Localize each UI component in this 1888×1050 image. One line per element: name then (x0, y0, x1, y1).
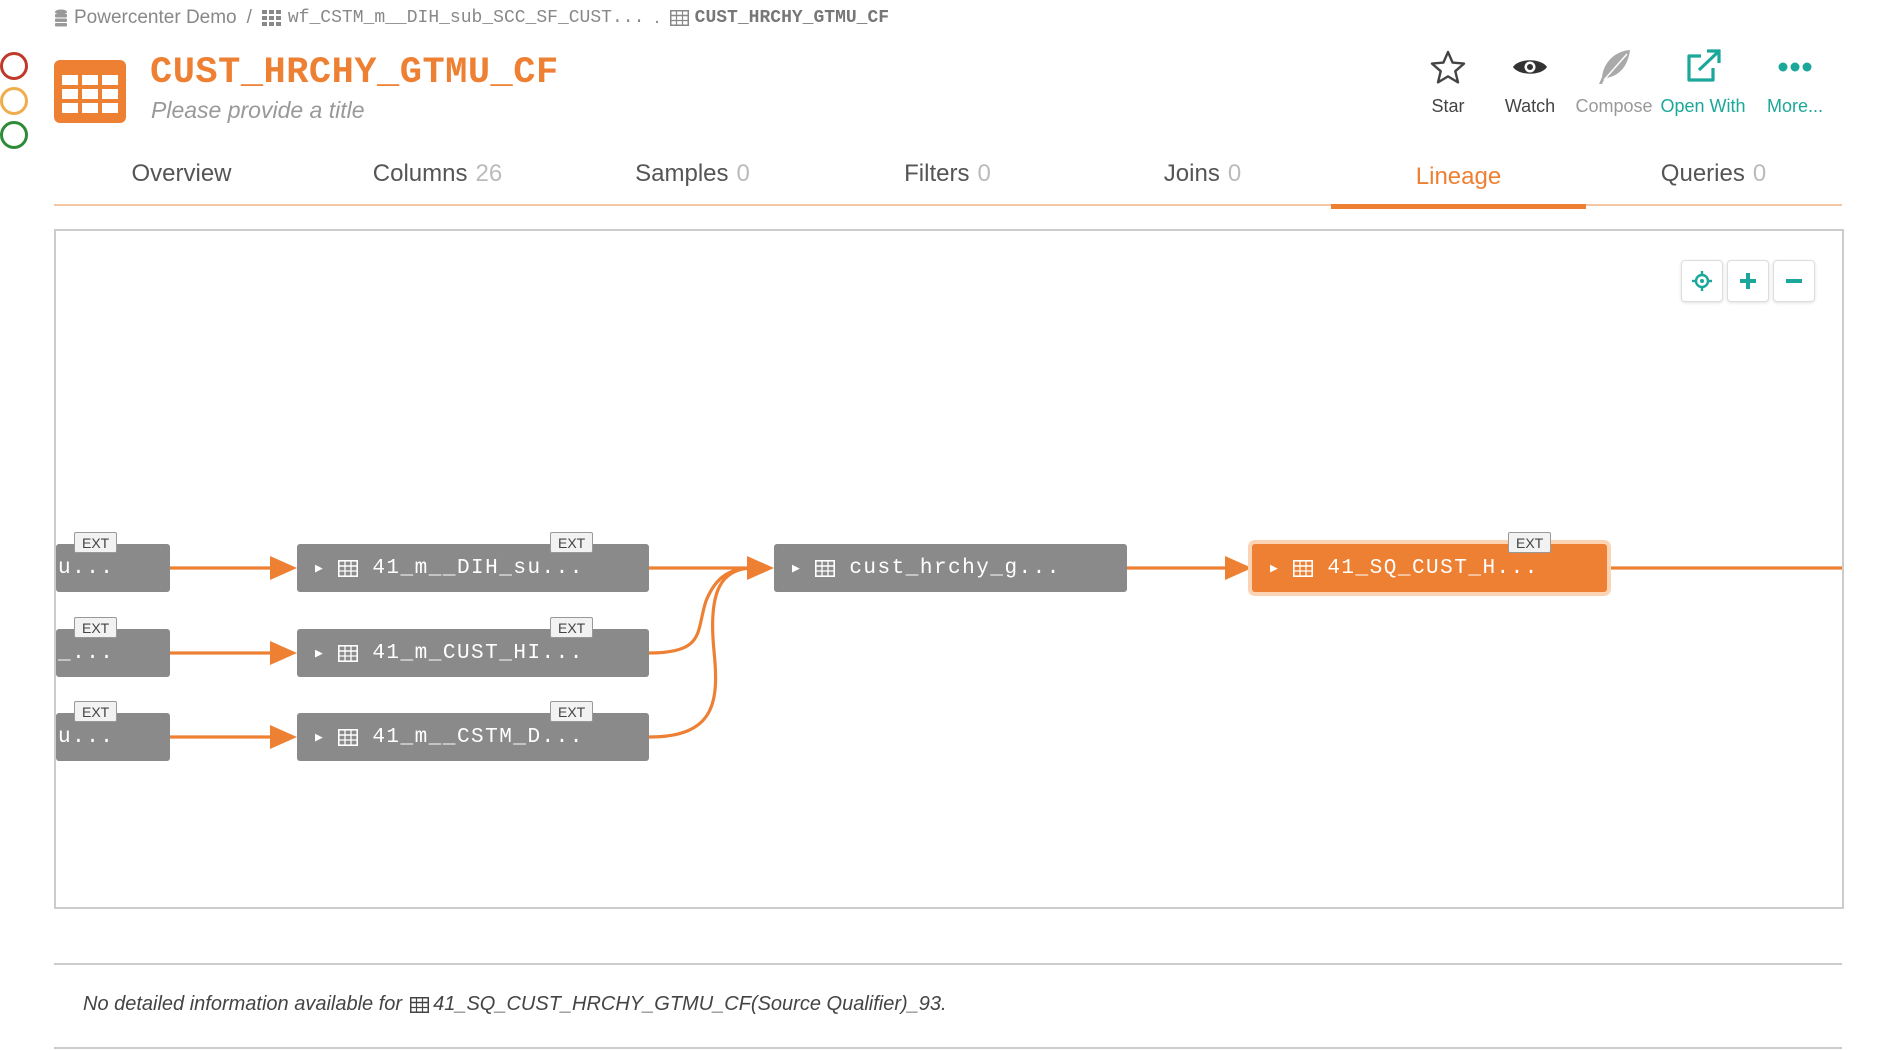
active-tab-indicator (1331, 204, 1586, 209)
table-icon (338, 644, 359, 662)
star-icon (1430, 50, 1466, 84)
expand-caret-icon[interactable]: ▶ (315, 646, 324, 661)
tab-label: Queries (1660, 160, 1745, 187)
page-title: CUST_HRCHY_GTMU_CF (150, 52, 559, 94)
database-icon (55, 9, 67, 27)
tab-count: 0 (1752, 160, 1767, 187)
divider (54, 963, 1842, 965)
watch-label: Watch (1504, 96, 1556, 116)
watch-button[interactable]: Watch (1494, 46, 1566, 117)
divider (54, 1047, 1842, 1049)
arrow-head (270, 725, 297, 749)
lineage-node-label: _... (58, 641, 115, 665)
tab-label: Filters (904, 160, 970, 187)
status-circle-red[interactable] (0, 52, 28, 80)
table-icon (338, 728, 359, 746)
lineage-node-label: 41_m__CSTM_D... (372, 725, 584, 749)
compose-button[interactable]: Compose (1574, 46, 1654, 117)
table-icon (1293, 559, 1314, 577)
ext-badge: EXT (74, 701, 118, 722)
arrow-head (1225, 556, 1252, 580)
expand-caret-icon[interactable]: ▶ (792, 561, 801, 576)
ext-badge: EXT (1508, 532, 1552, 553)
expand-caret-icon[interactable]: ▶ (1270, 561, 1279, 576)
breadcrumb-source-label: Powercenter Demo (74, 7, 237, 28)
ext-badge: EXT (550, 701, 594, 722)
ext-badge: EXT (550, 617, 594, 638)
open-with-label: Open With (1660, 96, 1746, 116)
arrow-head (747, 556, 774, 580)
lineage-node[interactable]: ▶ 41_m__CSTM_D... (297, 713, 649, 761)
open-with-button[interactable]: Open With (1658, 46, 1748, 117)
recenter-button[interactable] (1681, 260, 1723, 302)
table-icon (410, 996, 430, 1013)
lineage-node[interactable]: ▶ cust_hrchy_g... (774, 544, 1127, 592)
eye-icon (1513, 60, 1547, 74)
breadcrumb-current: CUST_HRCHY_GTMU_CF (669, 8, 890, 28)
expand-caret-icon[interactable]: ▶ (315, 561, 324, 576)
arrow-head (270, 556, 297, 580)
status-circle-yellow[interactable] (0, 87, 28, 115)
star-label: Star (1431, 96, 1465, 116)
lineage-node[interactable]: ▶ 41_m_CUST_HI... (297, 629, 649, 677)
crosshair-icon (1692, 271, 1712, 291)
grid-icon (261, 10, 281, 26)
expand-caret-icon[interactable]: ▶ (315, 730, 324, 745)
detail-message: No detailed information available for 41… (83, 993, 947, 1016)
lineage-node-label: u... (58, 556, 115, 580)
compose-label: Compose (1575, 96, 1653, 116)
tab-label: Overview (131, 160, 232, 187)
breadcrumb-current-label: CUST_HRCHY_GTMU_CF (694, 8, 890, 28)
ext-badge: EXT (550, 532, 594, 553)
tab-count: 0 (977, 160, 991, 187)
detail-prefix: No detailed information available for (83, 993, 403, 1015)
tab-count: 0 (736, 160, 750, 187)
zoom-in-button[interactable] (1727, 260, 1769, 302)
lineage-canvas[interactable]: u... _... u... EXT EXT EXT ▶ 41_m__DIH_s… (54, 229, 1844, 909)
table-icon (815, 559, 836, 577)
tab-label: Samples (635, 160, 729, 187)
breadcrumb-separator: / (246, 7, 252, 28)
feather-icon (1599, 50, 1630, 84)
detail-entity: 41_SQ_CUST_HRCHY_GTMU_CF(Source Qualifie… (433, 993, 947, 1015)
breadcrumb: Powercenter Demo / wf_CSTM_m__DIH_sub_SC… (54, 6, 889, 30)
breadcrumb-workflow[interactable]: wf_CSTM_m__DIH_sub_SCC_SF_CUST... (261, 8, 645, 28)
table-icon (669, 10, 689, 26)
lineage-node-label: 41_SQ_CUST_H... (1327, 556, 1539, 580)
ext-badge: EXT (74, 617, 118, 638)
table-icon (338, 559, 359, 577)
breadcrumb-source[interactable]: Powercenter Demo (54, 7, 237, 29)
more-label: More... (1766, 96, 1823, 116)
minus-icon (1786, 279, 1802, 283)
star-button[interactable]: Star (1418, 46, 1478, 117)
tab-label: Lineage (1415, 163, 1502, 190)
arrow-head (270, 641, 297, 665)
ext-badge: EXT (74, 532, 118, 553)
ellipsis-icon (1778, 62, 1812, 72)
tab-count: 0 (1227, 160, 1242, 187)
title-placeholder[interactable]: Please provide a title (151, 97, 365, 124)
more-button[interactable]: More... (1752, 46, 1838, 117)
lineage-node-selected[interactable]: ▶ 41_SQ_CUST_H... (1252, 544, 1607, 592)
lineage-node-label: 41_m_CUST_HI... (372, 641, 584, 665)
plus-icon (1740, 273, 1756, 289)
lineage-node-label: u... (58, 725, 115, 749)
zoom-out-button[interactable] (1773, 260, 1815, 302)
table-icon (54, 60, 126, 123)
tab-count: 26 (475, 160, 503, 187)
lineage-node-label: 41_m__DIH_su... (372, 556, 584, 580)
breadcrumb-workflow-label: wf_CSTM_m__DIH_sub_SCC_SF_CUST... (287, 8, 645, 28)
lineage-edge (648, 566, 754, 655)
status-circle-green[interactable] (0, 121, 28, 149)
lineage-node[interactable]: ▶ 41_m__DIH_su... (297, 544, 649, 592)
tab-label: Joins (1163, 160, 1220, 187)
lineage-node-label: cust_hrchy_g... (849, 556, 1061, 580)
external-link-icon (1687, 49, 1721, 82)
breadcrumb-dot: . (654, 7, 660, 28)
tab-label: Columns (372, 160, 468, 187)
